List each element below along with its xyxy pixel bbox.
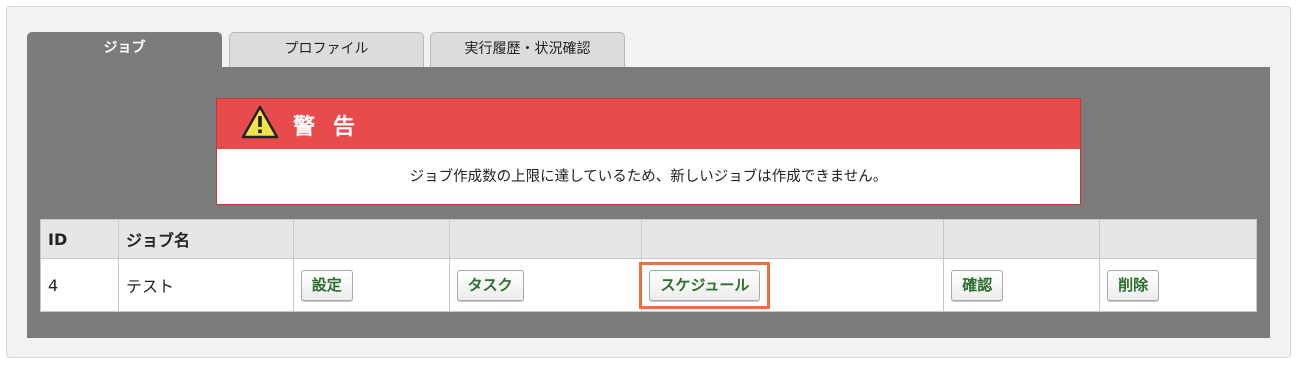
header-id: ID xyxy=(40,219,119,259)
delete-button[interactable]: 削除 xyxy=(1107,269,1160,301)
table-row: 4 テスト 設定 タスク スケジュール 確認 削除 xyxy=(40,258,1257,312)
cell-schedule: スケジュール xyxy=(639,258,945,312)
header-blank-1 xyxy=(292,219,450,259)
header-blank-3 xyxy=(641,219,945,259)
tab-job[interactable]: ジョブ xyxy=(27,32,222,68)
cell-id: 4 xyxy=(40,258,119,312)
cell-job-name: テスト xyxy=(117,258,294,312)
settings-button[interactable]: 設定 xyxy=(300,269,353,301)
header-blank-5 xyxy=(1099,219,1257,259)
cell-delete: 削除 xyxy=(1099,258,1257,312)
task-button[interactable]: タスク xyxy=(456,269,524,301)
warning-box: 警告 ジョブ作成数の上限に達しているため、新しいジョブは作成できません。 xyxy=(216,98,1081,205)
warning-message: ジョブ作成数の上限に達しているため、新しいジョブは作成できません。 xyxy=(409,169,888,185)
tab-profile[interactable]: プロファイル xyxy=(229,32,424,67)
cell-task: タスク xyxy=(448,258,643,312)
confirm-button[interactable]: 確認 xyxy=(951,269,1004,301)
cell-settings: 設定 xyxy=(292,258,450,312)
table-header-row: ID ジョブ名 xyxy=(40,219,1257,259)
job-table: ID ジョブ名 4 テスト 設定 タスク スケジュール 確認 削除 xyxy=(40,219,1257,312)
warning-header: 警告 xyxy=(217,99,1080,149)
header-blank-4 xyxy=(943,219,1101,259)
schedule-highlight: スケジュール xyxy=(639,261,771,309)
warning-title: 警告 xyxy=(293,115,374,140)
header-blank-2 xyxy=(448,219,643,259)
schedule-button[interactable]: スケジュール xyxy=(649,269,761,301)
cell-confirm: 確認 xyxy=(943,258,1101,312)
header-job-name: ジョブ名 xyxy=(117,219,294,259)
warning-triangle-icon xyxy=(241,105,279,139)
tab-history-status[interactable]: 実行履歴・状況確認 xyxy=(430,32,625,67)
